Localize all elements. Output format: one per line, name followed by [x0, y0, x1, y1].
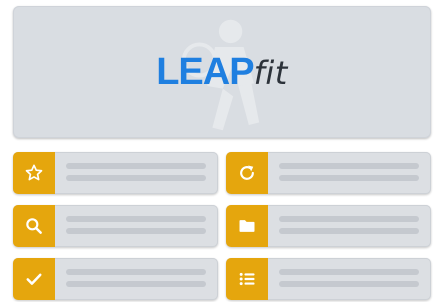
text-placeholder-bar — [279, 163, 419, 169]
text-placeholder-bar — [66, 269, 206, 275]
logo-wordmark-light: fit — [253, 54, 288, 92]
text-placeholder-bar — [279, 216, 419, 222]
list-icon — [226, 258, 268, 300]
brand-logo: LEAPfit — [13, 52, 431, 100]
text-placeholder-bar — [66, 281, 206, 287]
menu-tile-tasks[interactable] — [13, 258, 218, 300]
text-placeholder-bar — [66, 216, 206, 222]
text-placeholder-bar — [279, 228, 419, 234]
menu-tile-refresh[interactable] — [226, 152, 431, 194]
text-placeholder-bar — [66, 228, 206, 234]
menu-tile-list[interactable] — [226, 258, 431, 300]
folder-icon — [226, 205, 268, 247]
checkmark-icon — [13, 258, 55, 300]
refresh-icon — [226, 152, 268, 194]
menu-tile-favorites[interactable] — [13, 152, 218, 194]
hero-banner: LEAPfit — [13, 6, 431, 138]
text-placeholder-bar — [66, 175, 206, 181]
star-icon — [13, 152, 55, 194]
text-placeholder-bar — [66, 163, 206, 169]
search-icon — [13, 205, 55, 247]
menu-tile-folder[interactable] — [226, 205, 431, 247]
text-placeholder-bar — [279, 175, 419, 181]
logo-wordmark-bold: LEAP — [156, 51, 254, 93]
text-placeholder-bar — [279, 281, 419, 287]
menu-tile-search[interactable] — [13, 205, 218, 247]
text-placeholder-bar — [279, 269, 419, 275]
